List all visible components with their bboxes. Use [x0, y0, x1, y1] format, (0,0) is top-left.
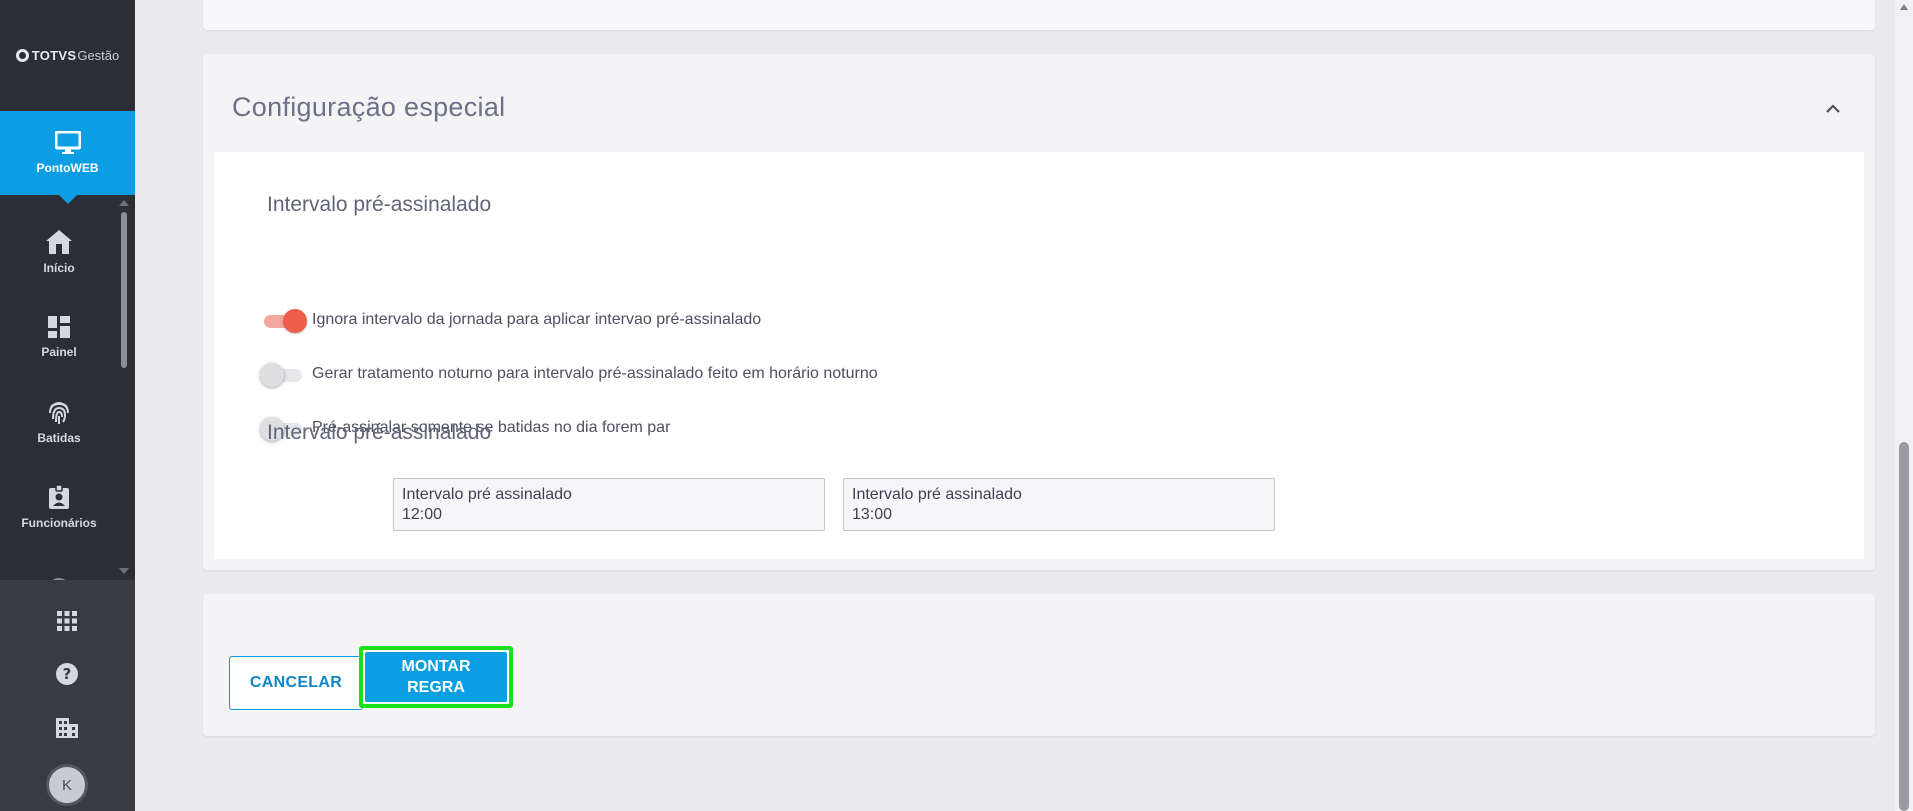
sidebar-scroll-down-icon[interactable] [119, 568, 129, 574]
chevron-up-icon [1826, 104, 1840, 113]
logo-ring-icon [15, 48, 29, 62]
interval-end-field[interactable]: Intervalo pré assinalado 13:00 [843, 478, 1275, 531]
sidebar-item-label: Funcionários [21, 516, 97, 530]
dashboard-icon [48, 316, 70, 338]
fingerprint-icon [49, 402, 69, 424]
toggle-label: Ignora intervalo da jornada para aplicar… [312, 311, 762, 328]
apps-grid-button[interactable] [55, 609, 79, 633]
toggle-ignore-interval[interactable] [260, 307, 307, 333]
help-icon: ? [56, 663, 78, 685]
toggle-label: Gerar tratamento noturno para intervalo … [312, 365, 878, 382]
avatar-initial: K [61, 776, 72, 794]
sidebar-item-clock[interactable] [0, 550, 118, 580]
company-button[interactable] [55, 716, 79, 740]
field-label: Intervalo pré assinalado [402, 486, 572, 503]
actions-footer: CANCELAR MONTAR REGRA [203, 594, 1875, 736]
page-scrollbar[interactable] [1895, 0, 1913, 811]
sidebar-item-label: Painel [41, 345, 77, 359]
collapse-button[interactable] [1823, 99, 1843, 119]
app-logo[interactable]: TOTVS Gestão [0, 0, 135, 110]
main-content: Configuração especial Intervalo pré-assi… [135, 0, 1895, 811]
special-config-section: Configuração especial Intervalo pré-assi… [203, 54, 1875, 570]
sidebar-item-batidas[interactable]: Batidas [0, 380, 118, 464]
montar-regra-label: MONTAR REGRA [365, 652, 507, 702]
toggle-row: Ignora intervalo da jornada para aplicar… [260, 307, 761, 333]
field-value[interactable]: 12:00 [402, 504, 816, 525]
sidebar-item-funcionarios[interactable]: Funcionários [0, 465, 118, 549]
home-icon [46, 230, 72, 254]
sidebar-scrollbar[interactable] [121, 212, 127, 368]
section-title: Configuração especial [232, 92, 506, 122]
user-avatar[interactable]: K [46, 764, 88, 806]
monitor-icon [54, 131, 81, 154]
montar-regra-button[interactable]: MONTAR REGRA [359, 646, 513, 708]
building-icon [56, 718, 78, 738]
logo-brand: TOTVS [31, 47, 77, 63]
logo-suffix: Gestão [77, 47, 120, 63]
sidebar-item-inicio[interactable]: Início [0, 210, 118, 294]
apps-grid-icon [57, 611, 77, 631]
previous-section-card [203, 0, 1875, 30]
sidebar-item-label: PontoWEB [36, 161, 99, 175]
svg-text:?: ? [63, 665, 72, 683]
scroll-up-icon[interactable] [1900, 4, 1908, 10]
sidebar: TOTVS Gestão PontoWEB Início Painel Bati… [0, 0, 135, 811]
sidebar-nav[interactable]: Início Painel Batidas Funcionários [0, 200, 118, 580]
sidebar-scroll-up-icon[interactable] [119, 200, 129, 206]
toggle-row: Gerar tratamento noturno para intervalo … [260, 361, 878, 387]
page-scrollbar-thumb[interactable] [1899, 442, 1909, 811]
subsection-title: Intervalo pré-assinalado [267, 421, 492, 444]
badge-icon [49, 484, 69, 509]
help-button[interactable]: ? [55, 662, 79, 686]
sidebar-item-painel[interactable]: Painel [0, 295, 118, 379]
sidebar-item-label: Início [43, 261, 75, 275]
cancel-button[interactable]: CANCELAR [229, 656, 363, 710]
interval-start-field[interactable]: Intervalo pré assinalado 12:00 [393, 478, 825, 531]
toggle-night-treatment[interactable] [260, 361, 304, 387]
sidebar-item-pontoweb[interactable]: PontoWEB [0, 111, 135, 204]
subsection-title: Intervalo pré-assinalado [267, 193, 492, 216]
field-label: Intervalo pré assinalado [852, 486, 1022, 503]
sidebar-item-label: Batidas [37, 431, 81, 445]
field-value[interactable]: 13:00 [852, 504, 1266, 525]
